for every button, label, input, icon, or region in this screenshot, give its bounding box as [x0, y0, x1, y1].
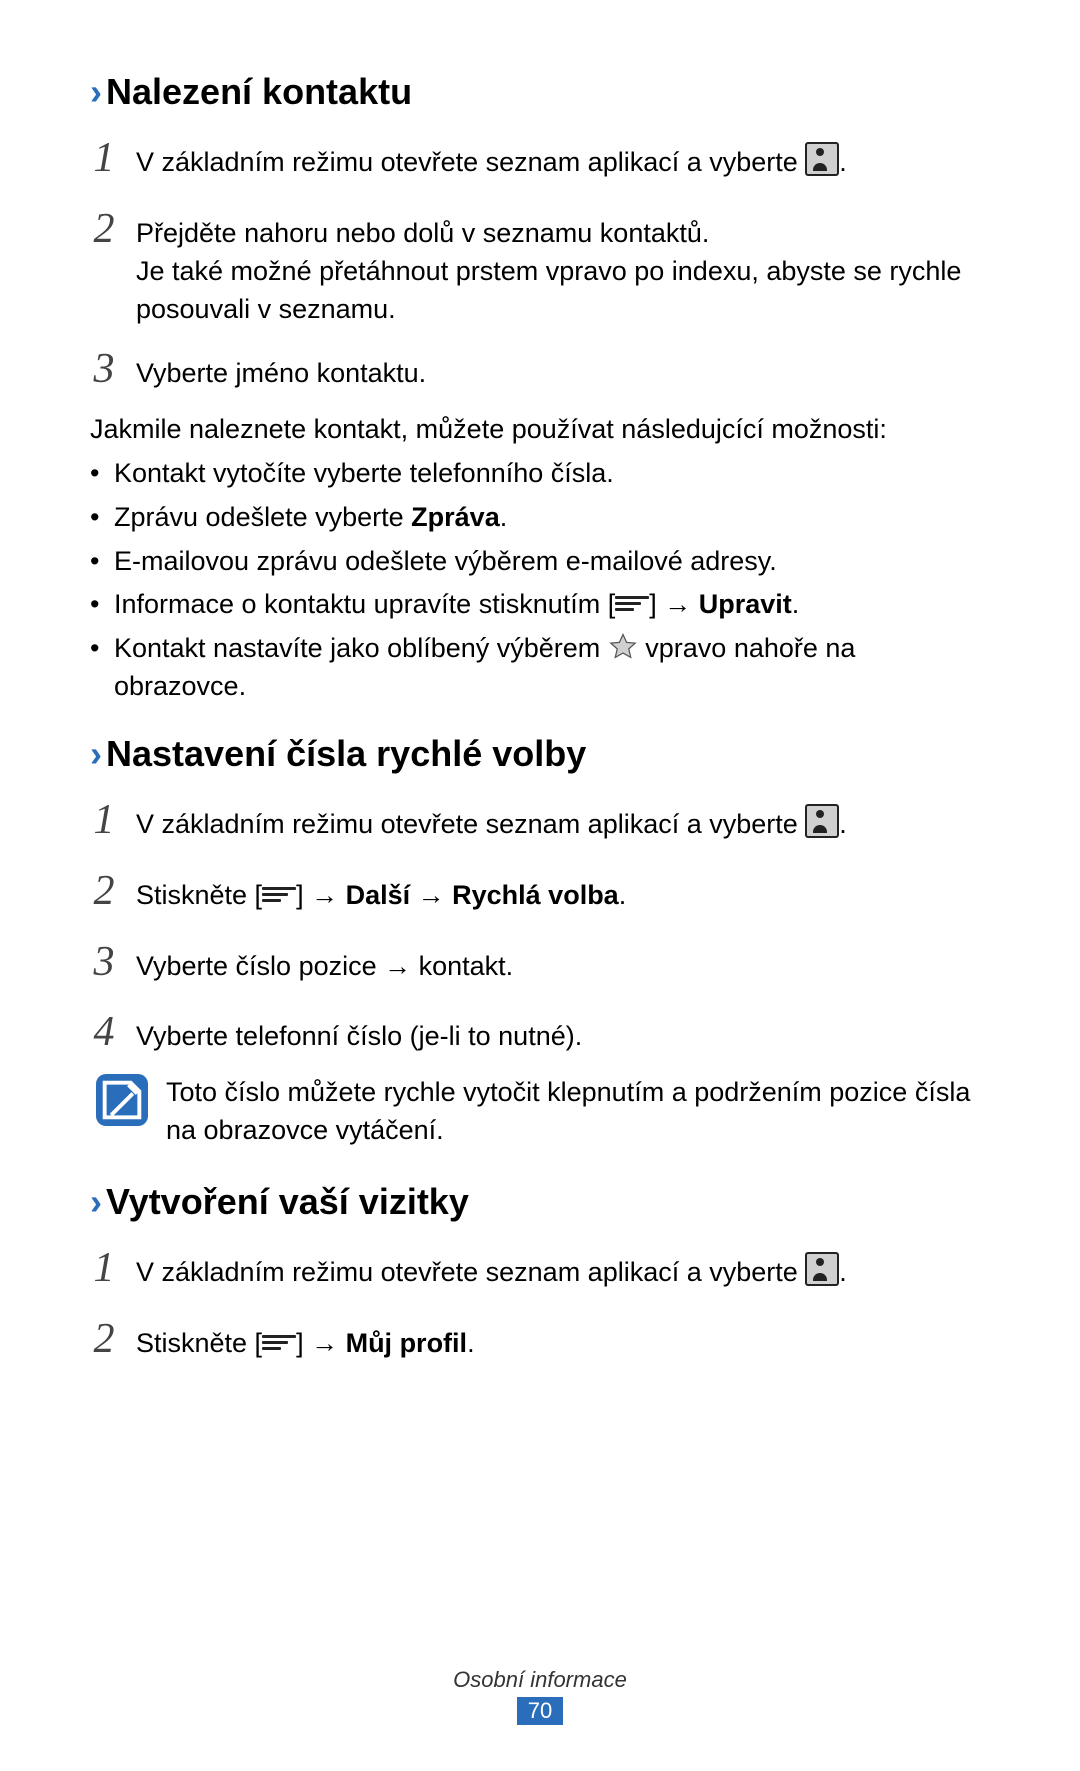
contacts-icon	[805, 142, 839, 176]
section-heading-namecard: ›Vytvoření vaší vizitky	[90, 1180, 990, 1223]
lead-text: Jakmile naleznete kontakt, můžete použív…	[90, 411, 990, 449]
bullet-list: Kontakt vytočíte vyberte telefonního čís…	[90, 455, 990, 706]
contacts-icon	[805, 804, 839, 838]
menu-icon	[262, 1332, 296, 1354]
step: 2 Stiskněte [] → Další → Rychlá volba.	[90, 862, 990, 921]
menu-icon	[615, 593, 649, 615]
step-number: 3	[90, 933, 118, 992]
bullet-item: Informace o kontaktu upravíte stisknutím…	[90, 586, 990, 624]
step-number: 1	[90, 791, 118, 850]
star-icon	[608, 632, 638, 662]
steps-list: 1 V základním režimu otevřete seznam apl…	[90, 1239, 990, 1369]
steps-list: 1 V základním režimu otevřete seznam apl…	[90, 129, 990, 399]
bullet-item: E-mailovou zprávu odešlete výběrem e-mai…	[90, 543, 990, 581]
step: 1 V základním režimu otevřete seznam apl…	[90, 129, 990, 188]
step-number: 2	[90, 862, 118, 921]
step-number: 3	[90, 340, 118, 399]
step-number: 4	[90, 1003, 118, 1062]
step-text: Vyberte číslo pozice → kontakt.	[136, 948, 990, 986]
step-text: Stiskněte [] → Můj profil.	[136, 1325, 990, 1363]
step-text: V základním režimu otevřete seznam aplik…	[136, 142, 990, 182]
bullet-item: Zprávu odešlete vyberte Zpráva.	[90, 499, 990, 537]
chevron-right-icon: ›	[90, 71, 102, 112]
step: 3 Vyberte jméno kontaktu.	[90, 340, 990, 399]
page-number: 70	[517, 1697, 563, 1725]
section-heading-find-contact: ›Nalezení kontaktu	[90, 70, 990, 113]
steps-list: 1 V základním režimu otevřete seznam apl…	[90, 791, 990, 1062]
bullet-item: Kontakt vytočíte vyberte telefonního čís…	[90, 455, 990, 493]
bullet-item: Kontakt nastavíte jako oblíbený výběrem …	[90, 630, 990, 706]
step: 4 Vyberte telefonní číslo (je-li to nutn…	[90, 1003, 990, 1062]
footer-section-label: Osobní informace	[0, 1667, 1080, 1693]
manual-page: ›Nalezení kontaktu 1 V základním režimu …	[0, 0, 1080, 1771]
menu-icon	[262, 884, 296, 906]
step-text: V základním režimu otevřete seznam aplik…	[136, 804, 990, 844]
note-text: Toto číslo můžete rychle vytočit klepnut…	[166, 1074, 990, 1150]
step: 2 Přejděte nahoru nebo dolů v seznamu ko…	[90, 200, 990, 328]
note-icon	[96, 1074, 148, 1126]
chevron-right-icon: ›	[90, 733, 102, 774]
note: Toto číslo můžete rychle vytočit klepnut…	[90, 1074, 990, 1150]
step-number: 1	[90, 129, 118, 188]
contacts-icon	[805, 1252, 839, 1286]
step: 3 Vyberte číslo pozice → kontakt.	[90, 933, 990, 992]
step-text: Vyberte jméno kontaktu.	[136, 355, 990, 393]
step-number: 2	[90, 200, 118, 259]
chevron-right-icon: ›	[90, 1181, 102, 1222]
step-number: 1	[90, 1239, 118, 1298]
step: 2 Stiskněte [] → Můj profil.	[90, 1310, 990, 1369]
step-text: Stiskněte [] → Další → Rychlá volba.	[136, 877, 990, 915]
page-footer: Osobní informace 70	[0, 1667, 1080, 1725]
step-text: Přejděte nahoru nebo dolů v seznamu kont…	[136, 215, 990, 328]
section-heading-speed-dial: ›Nastavení čísla rychlé volby	[90, 732, 990, 775]
step: 1 V základním režimu otevřete seznam apl…	[90, 791, 990, 850]
step-text: V základním režimu otevřete seznam aplik…	[136, 1252, 990, 1292]
step: 1 V základním režimu otevřete seznam apl…	[90, 1239, 990, 1298]
step-number: 2	[90, 1310, 118, 1369]
step-text: Vyberte telefonní číslo (je-li to nutné)…	[136, 1018, 990, 1056]
